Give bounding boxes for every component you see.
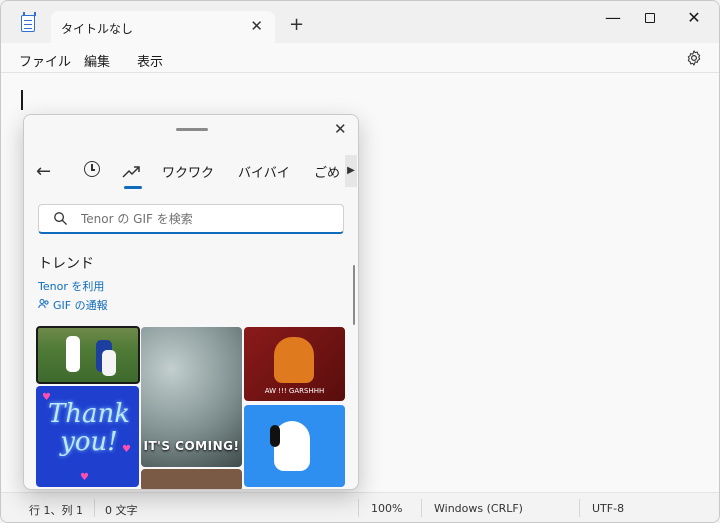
gif-partial[interactable] (141, 469, 242, 489)
gif-caption: Thank you! (47, 399, 131, 457)
status-bar: 行 1、列 1 0 文字 100% Windows (CRLF) UTF-8 (1, 492, 719, 522)
char-count: 0 文字 (105, 504, 138, 517)
trending-heading: トレンド (38, 256, 94, 272)
trending-icon[interactable] (120, 157, 142, 187)
notepad-app-icon (21, 12, 36, 32)
settings-gear-icon[interactable] (685, 49, 703, 67)
tenor-link[interactable]: Tenor を利用 (38, 278, 104, 294)
status-divider (579, 499, 580, 517)
notepad-window: タイトルなし ✕ + — ✕ ファイル 編集 表示 行 1、列 1 0 文字 1… (0, 0, 720, 523)
status-divider (421, 499, 422, 517)
close-button[interactable]: ✕ (679, 7, 709, 31)
gif-its-coming[interactable]: IT'S COMING! (141, 327, 242, 467)
back-arrow-icon[interactable]: ← (36, 161, 51, 182)
panel-close-icon[interactable]: ✕ (334, 120, 347, 138)
people-icon (38, 299, 49, 309)
status-divider (94, 499, 95, 517)
category-scroll-right-icon[interactable]: ▶ (345, 155, 357, 187)
search-icon (54, 212, 68, 226)
menu-edit[interactable]: 編集 (84, 51, 110, 70)
tab-close-icon[interactable]: ✕ (250, 17, 263, 35)
line-ending[interactable]: Windows (CRLF) (434, 502, 523, 515)
active-tab-indicator (124, 186, 142, 189)
tab-untitled[interactable]: タイトルなし ✕ (51, 11, 275, 43)
gif-caption: AW !!! GARSHHH (264, 387, 325, 395)
gif-thank-you[interactable]: ♥ ♥ ♥ Thank you! (36, 386, 139, 487)
category-byebye[interactable]: バイバイ (238, 162, 290, 181)
gif-figure (270, 425, 280, 447)
zoom-level[interactable]: 100% (371, 502, 402, 515)
gif-caption: IT'S COMING! (143, 439, 240, 453)
gif-figure (102, 350, 116, 376)
gif-football[interactable] (36, 326, 140, 384)
encoding[interactable]: UTF-8 (592, 502, 624, 515)
heart-icon: ♥ (80, 472, 89, 483)
menu-view[interactable]: 表示 (137, 51, 163, 70)
cursor-position: 行 1、列 1 (29, 504, 83, 517)
gif-snoopy[interactable] (244, 405, 345, 487)
panel-drag-handle[interactable] (176, 128, 208, 131)
recent-clock-icon[interactable] (84, 161, 100, 177)
tab-title: タイトルなし (61, 22, 134, 36)
text-caret (21, 90, 23, 110)
gif-search-input[interactable] (81, 209, 331, 229)
minimize-button[interactable]: — (598, 7, 628, 31)
report-gif-link[interactable]: GIF の通報 (38, 297, 108, 313)
category-wakuwaku[interactable]: ワクワク (162, 162, 214, 181)
category-gome[interactable]: ごめ (314, 162, 340, 181)
menu-bar: ファイル 編集 表示 (1, 43, 719, 73)
new-tab-button[interactable]: + (289, 16, 304, 34)
gif-search-box[interactable] (38, 204, 344, 234)
gif-goofy[interactable]: AW !!! GARSHHH (244, 327, 345, 401)
title-bar: タイトルなし ✕ + — ✕ (1, 1, 719, 43)
category-bar: ← ワクワク バイバイ ごめ ▶ (24, 155, 358, 191)
status-divider (358, 499, 359, 517)
menu-file[interactable]: ファイル (19, 51, 71, 70)
panel-scrollbar[interactable] (353, 265, 355, 325)
gif-figure (274, 337, 314, 383)
maximize-icon (645, 13, 655, 23)
maximize-button[interactable] (635, 7, 665, 31)
gif-figure (66, 336, 80, 372)
gif-panel: ✕ ← ワクワク バイバイ ごめ ▶ トレンド Tenor を利用 GIF の通… (23, 114, 359, 490)
report-gif-label: GIF の通報 (53, 299, 108, 312)
